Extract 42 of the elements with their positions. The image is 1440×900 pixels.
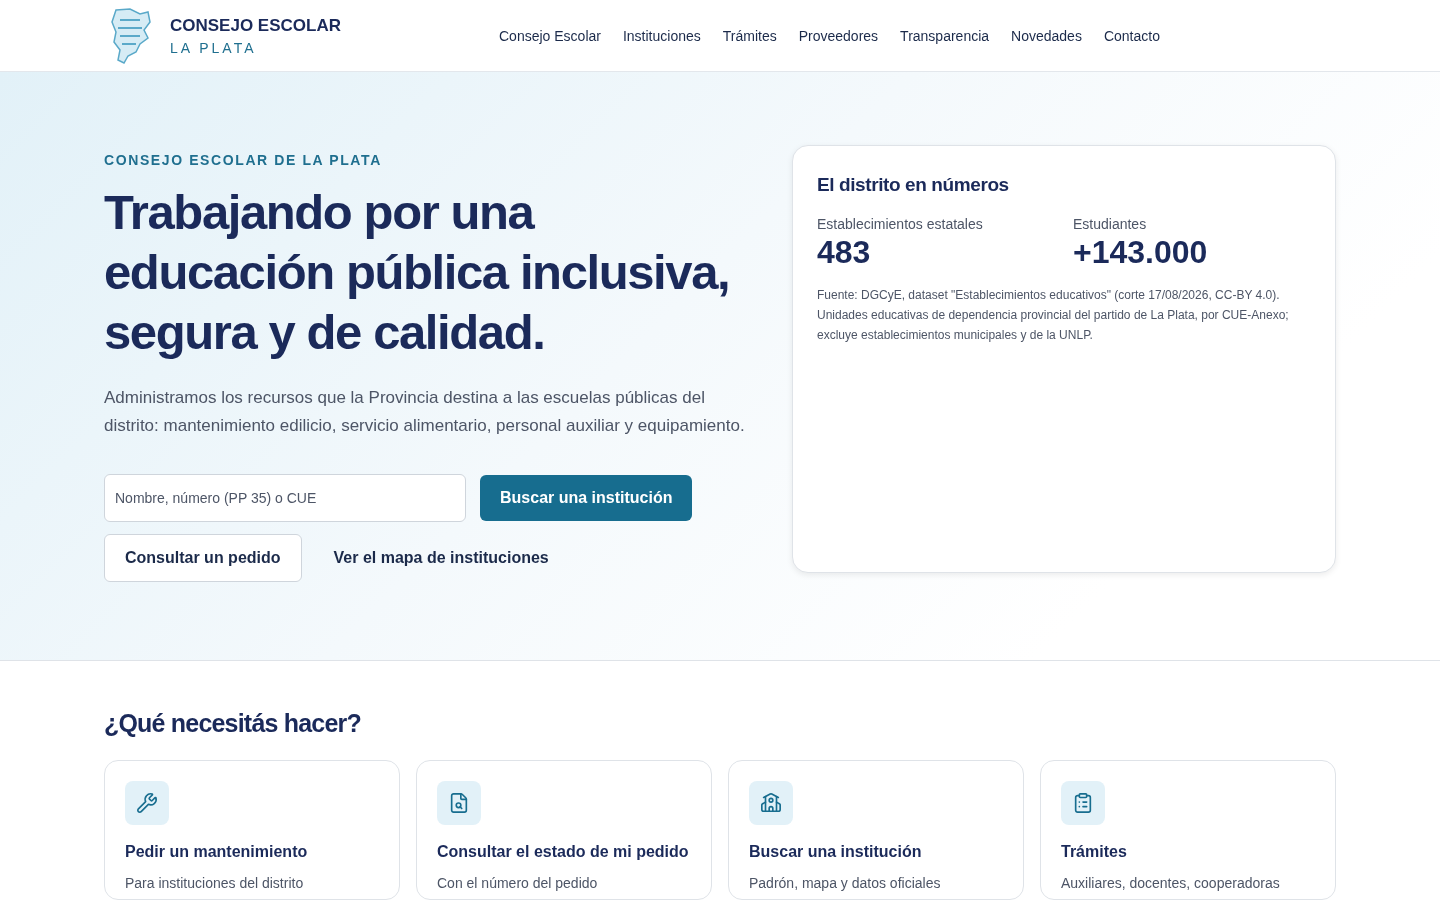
logo-icon: [110, 7, 152, 64]
task-title: Trámites: [1061, 843, 1128, 861]
source-note: Fuente: DGCyE, dataset "Establecimientos educativos" (corte 17/08/2026, CC-BY 4.0). Unidades educativas de dependencia provincial del partido de La Plata, por CUE-Anexo; excluye establecimientos municipales y de la UNLP.: [817, 287, 1290, 344]
nav-link[interactable]: Instituciones: [622, 27, 701, 44]
consult-button[interactable]: Consultar un pedido: [104, 534, 302, 582]
task-card[interactable]: Consultar el estado de mi pedido Con el número del pedido: [416, 760, 712, 900]
school-icon: [749, 781, 793, 825]
hero-title-line: educación pública inclusiva,: [104, 244, 731, 301]
hero-title-line: Trabajando por una: [104, 184, 536, 241]
nav-link[interactable]: Contacto: [1103, 27, 1160, 44]
hero-title-line: segura y de calidad.: [104, 304, 546, 361]
nav-link[interactable]: Transparencia: [900, 27, 990, 44]
stat-label: Establecimientos estatales: [817, 216, 984, 232]
task-card[interactable]: Buscar una institución Padrón, mapa y datos oficiales: [728, 760, 1024, 900]
task-title: Pedir un mantenimiento: [125, 843, 309, 861]
hero-eyebrow: CONSEJO ESCOLAR DE LA PLATA: [104, 152, 383, 168]
task-card[interactable]: Pedir un mantenimiento Para instituciones del distrito: [104, 760, 400, 900]
file-search-icon: [437, 781, 481, 825]
nav-link[interactable]: Novedades: [1011, 27, 1082, 44]
map-link[interactable]: Ver el mapa de instituciones: [333, 549, 549, 567]
stat-value: 483: [817, 234, 872, 271]
wrench-icon: [125, 781, 169, 825]
task-title: Buscar una institución: [749, 843, 923, 861]
task-card[interactable]: Trámites Auxiliares, docentes, cooperadoras: [1040, 760, 1336, 900]
task-text: Para instituciones del distrito: [125, 875, 305, 891]
section-title: ¿Qué necesitás hacer?: [104, 709, 362, 738]
nav-link[interactable]: Consejo Escolar: [499, 27, 601, 44]
task-text: Con el número del pedido: [437, 875, 599, 891]
nav-link[interactable]: Proveedores: [798, 27, 879, 44]
search-button[interactable]: Buscar una institución: [480, 475, 693, 521]
stats-title: El distrito en números: [817, 174, 1010, 196]
task-text: Auxiliares, docentes, cooperadoras: [1061, 875, 1281, 891]
hero-lead: Administramos los recursos que la Provincia destina a las escuelas públicas del distrito: mantenimiento edilicio, servicio alimentario, personal auxiliar y equipamiento.: [104, 387, 746, 437]
brand-title: CONSEJO ESCOLAR: [170, 15, 341, 36]
task-title: Consultar el estado de mi pedido: [437, 843, 690, 861]
clipboard-icon: [1061, 781, 1105, 825]
nav-link[interactable]: Trámites: [722, 27, 777, 44]
task-text: Padrón, mapa y datos oficiales: [749, 875, 942, 891]
stat-label: Estudiantes: [1073, 216, 1148, 232]
brand-subtitle: LA PLATA: [170, 39, 258, 56]
search-field[interactable]: Nombre, número (PP 35) o CUE: [104, 474, 466, 522]
stat-value: +143.000: [1073, 234, 1209, 271]
